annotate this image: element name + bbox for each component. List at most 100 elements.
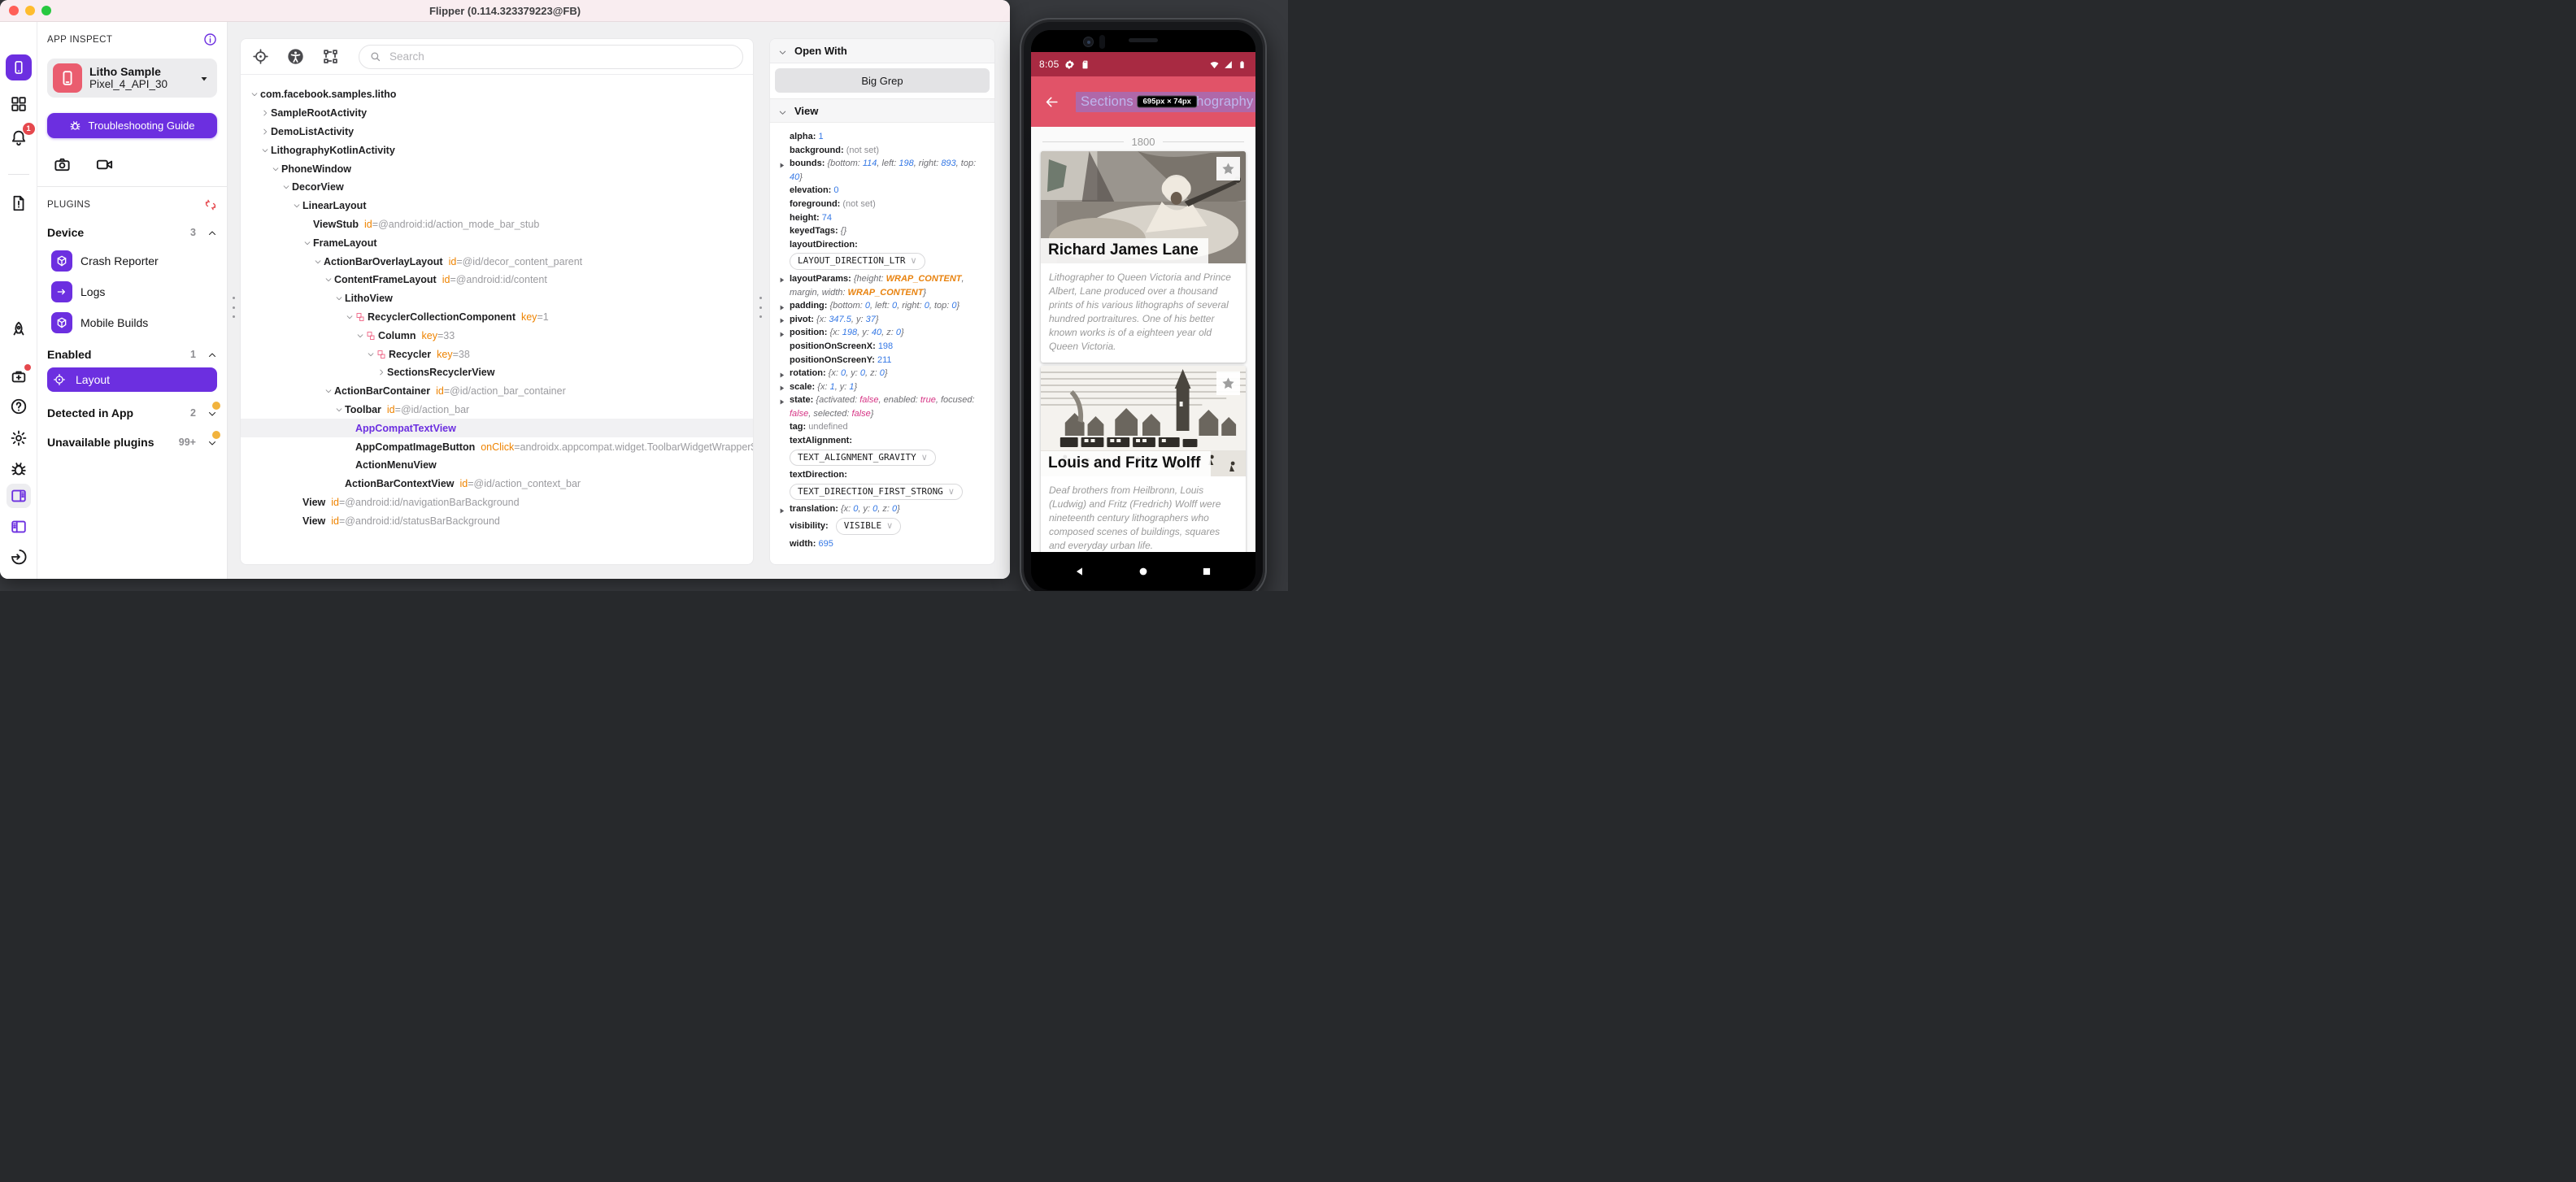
expander-open-icon[interactable]: [291, 202, 302, 210]
expander-closed-icon[interactable]: [259, 128, 271, 136]
plugin-item-logs[interactable]: Logs: [47, 281, 217, 302]
settings-tab[interactable]: [9, 428, 28, 448]
back-arrow-icon[interactable]: [1044, 94, 1060, 110]
plugin-group-device[interactable]: Device 3: [47, 224, 217, 241]
enum-dropdown[interactable]: LAYOUT_DIRECTION_LTR∨: [790, 253, 925, 270]
tree-node-PhoneWindow[interactable]: PhoneWindow: [241, 159, 753, 178]
notifications-tab[interactable]: 1: [9, 128, 28, 147]
toggle-left-sidebar[interactable]: [7, 515, 31, 539]
expander-open-icon[interactable]: [333, 294, 345, 302]
open-with-section-header[interactable]: Open With: [770, 39, 994, 63]
expander-open-icon[interactable]: [333, 406, 345, 414]
expander-open-icon[interactable]: [281, 183, 292, 191]
expander-open-icon[interactable]: [344, 313, 355, 321]
enum-dropdown[interactable]: TEXT_DIRECTION_FIRST_STRONG∨: [790, 484, 963, 501]
rocket-tab[interactable]: [9, 319, 28, 339]
nav-home-button[interactable]: [1138, 565, 1150, 577]
tree-node-ContentFrameLayout[interactable]: ContentFrameLayoutid=@android:id/content: [241, 271, 753, 289]
expander-open-icon[interactable]: [312, 258, 324, 266]
tree-node-Column[interactable]: Columnkey=33: [241, 326, 753, 345]
node-graph-icon[interactable]: [322, 48, 340, 66]
accessibility-mode-icon[interactable]: [287, 48, 305, 66]
enum-dropdown[interactable]: TEXT_ALIGNMENT_GRAVITY∨: [790, 450, 936, 467]
expander-open-icon[interactable]: [302, 239, 313, 247]
tree-node-DecorView[interactable]: DecorView: [241, 178, 753, 197]
expand-triangle-icon[interactable]: [778, 302, 785, 310]
tree-node-FrameLayout[interactable]: FrameLayout: [241, 233, 753, 252]
tree-node-ActionMenuView[interactable]: ActionMenuView: [241, 456, 753, 475]
big-grep-button[interactable]: Big Grep: [775, 68, 990, 93]
expander-open-icon[interactable]: [365, 350, 376, 359]
tree-node-LithographyKotlinActivity[interactable]: LithographyKotlinActivity: [241, 141, 753, 159]
sign-in-tab[interactable]: [9, 547, 28, 567]
bug-report-tab[interactable]: [9, 459, 28, 479]
panel-resize-handle[interactable]: [230, 297, 237, 318]
expander-open-icon[interactable]: [323, 276, 334, 284]
expand-triangle-icon[interactable]: [778, 397, 785, 404]
expander-open-icon[interactable]: [270, 165, 281, 173]
tree-node-Recycler[interactable]: Recyclerkey=38: [241, 345, 753, 363]
tree-node-com.facebook.samples.litho[interactable]: com.facebook.samples.litho: [241, 85, 753, 104]
lithographer-card[interactable]: Louis and Fritz Wolff Deaf brothers from…: [1041, 366, 1246, 552]
tree-node-View[interactable]: Viewid=@android:id/navigationBarBackgrou…: [241, 493, 753, 512]
disconnect-icon[interactable]: [204, 198, 217, 211]
plugin-item-crash-reporter[interactable]: Crash Reporter: [47, 250, 217, 272]
app-inspect-tab[interactable]: [6, 54, 32, 80]
panel-resize-handle[interactable]: [757, 297, 764, 318]
expand-triangle-icon[interactable]: [778, 383, 785, 390]
enum-dropdown[interactable]: VISIBLE∨: [836, 518, 901, 535]
window-titlebar[interactable]: Flipper (0.114.323379223@FB): [0, 0, 1010, 22]
tree-node-Toolbar[interactable]: Toolbarid=@id/action_bar: [241, 401, 753, 419]
expander-closed-icon[interactable]: [259, 109, 271, 117]
close-window-button[interactable]: [9, 6, 19, 15]
expand-triangle-icon[interactable]: [778, 275, 785, 282]
expander-open-icon[interactable]: [249, 90, 260, 98]
lithographer-card[interactable]: Richard James Lane Lithographer to Queen…: [1041, 151, 1246, 363]
screenshot-button[interactable]: [50, 154, 73, 174]
expand-triangle-icon[interactable]: [778, 370, 785, 377]
expander-open-icon[interactable]: [355, 332, 366, 340]
expand-triangle-icon[interactable]: [778, 315, 785, 323]
expand-triangle-icon[interactable]: [778, 506, 785, 513]
tree-node-AppCompatTextView[interactable]: AppCompatTextView: [241, 419, 753, 437]
toggle-right-sidebar[interactable]: [7, 484, 31, 508]
tree-node-DemoListActivity[interactable]: DemoListActivity: [241, 123, 753, 141]
expand-triangle-icon[interactable]: [778, 329, 785, 337]
plugin-group-unavailable-plugins[interactable]: Unavailable plugins 99+: [47, 434, 217, 450]
tree-node-SampleRootActivity[interactable]: SampleRootActivity: [241, 104, 753, 123]
doctor-tab[interactable]: [9, 193, 28, 213]
target-mode-icon[interactable]: [252, 48, 270, 66]
tree-node-ViewStub[interactable]: ViewStubid=@android:id/action_mode_bar_s…: [241, 215, 753, 234]
nav-recents-button[interactable]: [1201, 565, 1213, 577]
minimize-window-button[interactable]: [25, 6, 35, 15]
search-input[interactable]: [388, 50, 733, 63]
expander-open-icon[interactable]: [259, 146, 271, 154]
tree-node-AppCompatImageButton[interactable]: AppCompatImageButtononClick=androidx.app…: [241, 437, 753, 456]
info-icon[interactable]: [203, 33, 217, 46]
favorite-star-button[interactable]: [1216, 157, 1240, 180]
plugin-item-layout[interactable]: Layout: [47, 367, 217, 392]
plugin-manager-tab[interactable]: [9, 94, 28, 114]
tree-node-LinearLayout[interactable]: LinearLayout: [241, 197, 753, 215]
device-selector[interactable]: Litho Sample Pixel_4_API_30: [47, 59, 217, 98]
plugin-group-detected-in-app[interactable]: Detected in App 2: [47, 405, 217, 421]
expander-closed-icon[interactable]: [376, 368, 387, 376]
tree-node-ActionBarOverlayLayout[interactable]: ActionBarOverlayLayoutid=@id/decor_conte…: [241, 252, 753, 271]
plugin-group-enabled[interactable]: Enabled 1: [47, 346, 217, 363]
tree-node-ActionBarContextView[interactable]: ActionBarContextViewid=@id/action_contex…: [241, 475, 753, 493]
tree-node-SectionsRecyclerView[interactable]: SectionsRecyclerView: [241, 363, 753, 382]
expander-open-icon[interactable]: [323, 387, 334, 395]
expand-triangle-icon[interactable]: [778, 160, 785, 167]
tree-node-LithoView[interactable]: LithoView: [241, 289, 753, 308]
plugin-item-mobile-builds[interactable]: Mobile Builds: [47, 312, 217, 333]
favorite-star-button[interactable]: [1216, 372, 1240, 395]
zoom-window-button[interactable]: [41, 6, 51, 15]
troubleshooting-guide-button[interactable]: Troubleshooting Guide: [47, 113, 217, 138]
tree-node-ActionBarContainer[interactable]: ActionBarContainerid=@id/action_bar_cont…: [241, 382, 753, 401]
setup-doctor-tab[interactable]: [9, 367, 28, 386]
view-section-header[interactable]: View: [770, 98, 994, 123]
nav-back-button[interactable]: [1074, 565, 1086, 577]
tree-node-View[interactable]: Viewid=@android:id/statusBarBackground: [241, 511, 753, 530]
help-tab[interactable]: [9, 397, 28, 416]
screen-record-button[interactable]: [93, 154, 115, 174]
